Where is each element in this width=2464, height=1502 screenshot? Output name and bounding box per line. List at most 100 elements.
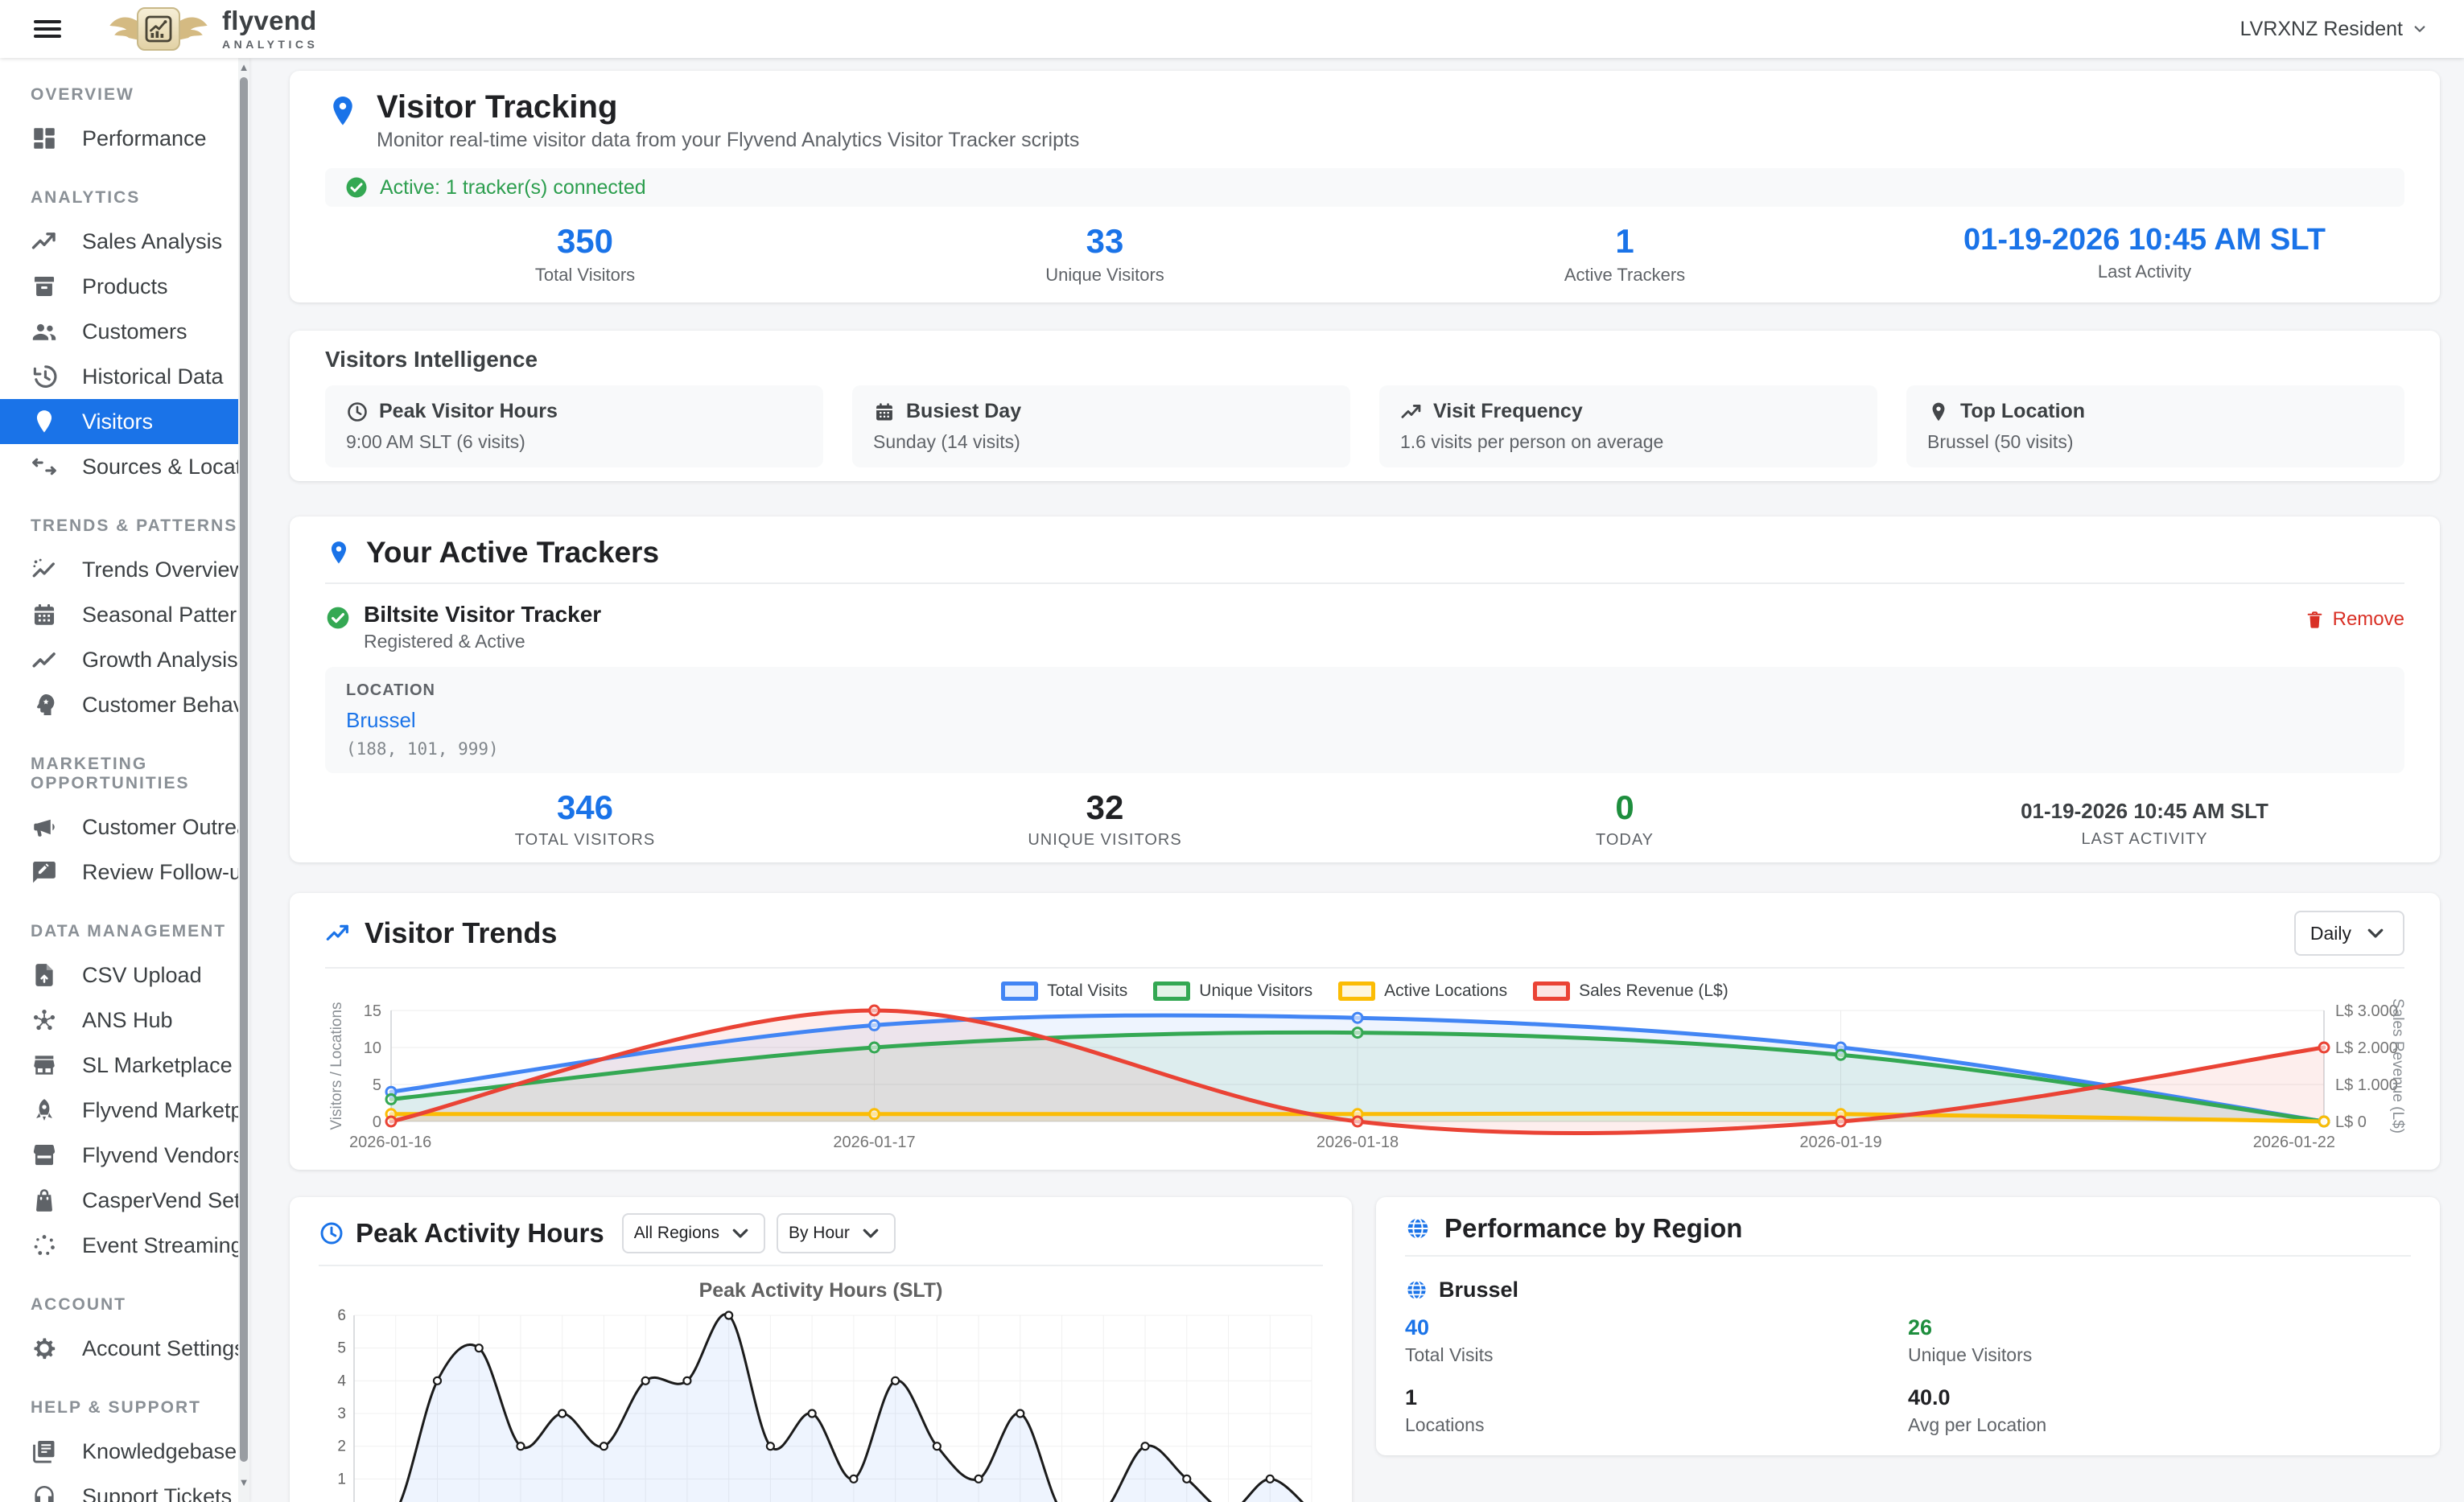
visitor-tracking-card: Visitor Tracking Monitor real-time visit… <box>290 71 2440 302</box>
svg-text:2026-01-17: 2026-01-17 <box>833 1134 915 1151</box>
sidebar-item-caspervend-settings[interactable]: CasperVend Settings <box>0 1178 238 1223</box>
sidebar-item-knowledgebase[interactable]: Knowledgebase <box>0 1429 238 1474</box>
sidebar-item-products[interactable]: Products <box>0 264 238 309</box>
sidebar-item-label: Review Follow-up <box>82 860 249 885</box>
stat-column: 01-19-2026 10:45 AM SLTLAST ACTIVITY <box>1885 791 2404 850</box>
tracker-location-box: LOCATION Brussel (188, 101, 999) <box>325 667 2404 773</box>
region-row: Brussel <box>1405 1278 2411 1302</box>
tracker-status-banner: Active: 1 tracker(s) connected <box>325 168 2404 207</box>
region-stat: 40.0Avg per Location <box>1908 1387 2411 1436</box>
region-stats: 40Total Visits26Unique Visitors1Location… <box>1405 1317 2411 1436</box>
user-name: LVRXNZ Resident <box>2240 18 2403 41</box>
stat-value: 33 <box>845 224 1365 258</box>
svg-text:5: 5 <box>373 1076 381 1094</box>
sidebar-item-sl-marketplace[interactable]: SL Marketplace <box>0 1043 238 1088</box>
trend-sparkle-icon <box>31 556 58 583</box>
sidebar-item-label: Products <box>82 274 168 299</box>
legend-item-active-locations[interactable]: Active Locations <box>1338 981 1507 1001</box>
stat-value: 346 <box>325 791 845 825</box>
sidebar-item-label: Seasonal Patterns <box>82 603 249 628</box>
sidebar-section-title: OVERVIEW <box>0 58 238 116</box>
sidebar-item-flyvend-marketplace[interactable]: Flyvend Marketplace <box>0 1088 238 1133</box>
region-filter-select[interactable]: All Regions <box>622 1213 765 1253</box>
sidebar-item-trends-overview[interactable]: Trends Overview <box>0 547 238 592</box>
sidebar-item-historical-data[interactable]: Historical Data <box>0 354 238 399</box>
sidebar-item-customer-behavior[interactable]: Customer Behavior <box>0 682 238 727</box>
sidebar-item-visitors[interactable]: Visitors <box>0 399 238 444</box>
intel-card-busiest-day: Busiest DaySunday (14 visits) <box>852 385 1350 467</box>
clock-icon <box>346 401 369 423</box>
sidebar-item-review-follow-up[interactable]: Review Follow-up <box>0 850 238 895</box>
sidebar-scrollbar[interactable]: ▲ ▼ <box>238 58 249 1502</box>
sidebar-item-ans-hub[interactable]: ANS Hub <box>0 998 238 1043</box>
sidebar-item-csv-upload[interactable]: CSV Upload <box>0 953 238 998</box>
calendar-icon <box>31 601 58 628</box>
performance-by-region-card: Performance by Region Brussel 40Total Vi… <box>1376 1197 2440 1455</box>
tracker-stats: 346TOTAL VISITORS32UNIQUE VISITORS0TODAY… <box>325 791 2404 850</box>
stat-column: 0TODAY <box>1365 791 1885 850</box>
logo-chart-icon <box>142 13 175 45</box>
sidebar-item-sales-analysis[interactable]: Sales Analysis <box>0 219 238 264</box>
legend-item-sales-revenue-l-[interactable]: Sales Revenue (L$) <box>1533 981 1729 1001</box>
sidebar-item-seasonal-patterns[interactable]: Seasonal Patterns <box>0 592 238 637</box>
granularity-select[interactable]: By Hour <box>777 1213 896 1253</box>
sidebar-item-label: Account Settings <box>82 1336 245 1361</box>
peak-activity-chart: 012345612:00 AM SLT2:00 AM SLT4:00 AM SL… <box>319 1307 1323 1502</box>
pin-icon <box>325 93 361 129</box>
legend-item-total-visits[interactable]: Total Visits <box>1001 981 1127 1001</box>
legend-label: Unique Visitors <box>1199 981 1312 1001</box>
sidebar-item-event-streaming[interactable]: Event Streaming <box>0 1223 238 1268</box>
hero-stats: 350Total Visitors33Unique Visitors1Activ… <box>325 224 2404 286</box>
intel-card-top-location: Top LocationBrussel (50 visits) <box>1906 385 2404 467</box>
page-title: Visitor Tracking <box>377 88 1079 126</box>
sidebar-item-flyvend-vendors-settings[interactable]: Flyvend Vendors Settings <box>0 1133 238 1178</box>
legend-label: Active Locations <box>1384 981 1507 1001</box>
tracker-status: Registered & Active <box>364 631 601 652</box>
store-icon <box>31 1051 58 1079</box>
sidebar-item-sources-locations[interactable]: Sources & Locations <box>0 444 238 489</box>
user-menu[interactable]: LVRXNZ Resident <box>2240 18 2429 41</box>
scrollbar-thumb[interactable] <box>240 77 248 1462</box>
sidebar-item-customers[interactable]: Customers <box>0 309 238 354</box>
file-upload-icon <box>31 961 58 989</box>
sidebar-item-label: Knowledgebase <box>82 1439 237 1464</box>
sidebar-item-label: Performance <box>82 126 207 151</box>
stat-column: 346TOTAL VISITORS <box>325 791 845 850</box>
svg-text:5: 5 <box>337 1340 346 1357</box>
chevron-down-icon <box>727 1220 753 1246</box>
psychology-icon <box>31 691 58 718</box>
sidebar-section-title: MARKETING OPPORTUNITIES <box>0 727 238 804</box>
legend-item-unique-visitors[interactable]: Unique Visitors <box>1153 981 1312 1001</box>
place-pin-icon <box>31 408 58 435</box>
sidebar-item-growth-analysis[interactable]: Growth Analysis <box>0 637 238 682</box>
globe-icon <box>1405 1278 1428 1302</box>
region-stat-value: 40 <box>1405 1317 1908 1339</box>
selected-granularity: By Hour <box>789 1224 850 1243</box>
sidebar-item-label: Trends Overview <box>82 558 245 582</box>
remove-tracker-button[interactable]: Remove <box>2305 608 2404 631</box>
stat-value: 0 <box>1365 791 1885 825</box>
sidebar-item-label: Flyvend Vendors Settings <box>82 1143 249 1168</box>
sidebar-item-label: CSV Upload <box>82 963 202 988</box>
scroll-down-icon[interactable]: ▼ <box>238 1473 249 1491</box>
dashboard-icon <box>31 125 58 152</box>
stat-label: Unique Visitors <box>845 265 1365 286</box>
chart-title: Peak Activity Hours (SLT) <box>319 1279 1323 1302</box>
sidebar-item-account-settings[interactable]: Account Settings <box>0 1326 238 1371</box>
logo-badge <box>137 7 180 51</box>
product-box-icon <box>31 273 58 300</box>
stat-column: 350Total Visitors <box>325 224 845 286</box>
sidebar-item-customer-outreach[interactable]: Customer Outreach <box>0 804 238 850</box>
svg-text:L$ 0: L$ 0 <box>2335 1113 2367 1131</box>
region-stat-label: Avg per Location <box>1908 1414 2411 1436</box>
sidebar-item-support-tickets[interactable]: Support Tickets <box>0 1474 238 1502</box>
sidebar-item-performance[interactable]: Performance <box>0 116 238 161</box>
globe-icon <box>1405 1216 1431 1241</box>
intel-card-text: Sunday (14 visits) <box>873 431 1329 453</box>
stat-label: LAST ACTIVITY <box>1885 830 2404 849</box>
location-link[interactable]: Brussel <box>346 708 416 733</box>
hamburger-menu-icon[interactable] <box>34 16 61 42</box>
visitors-intelligence-card: Visitors Intelligence Peak Visitor Hours… <box>290 331 2440 481</box>
trends-range-select[interactable]: Daily <box>2294 911 2404 956</box>
scroll-up-icon[interactable]: ▲ <box>238 58 249 76</box>
